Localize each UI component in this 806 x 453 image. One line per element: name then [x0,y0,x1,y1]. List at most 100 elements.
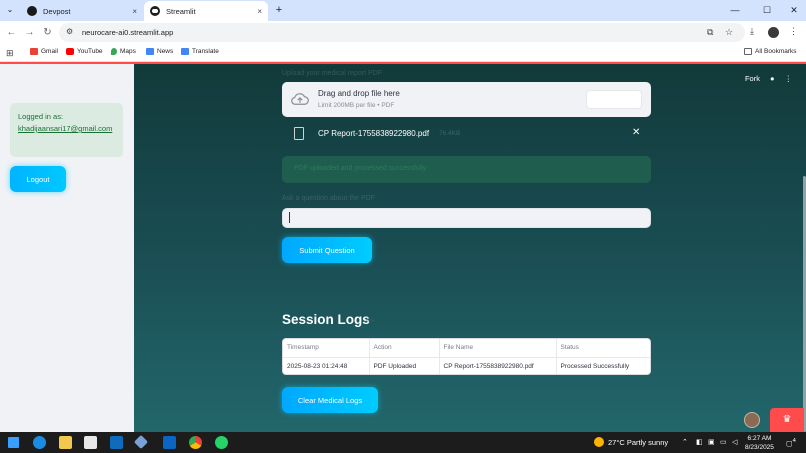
file-dropzone[interactable]: Drag and drop file here Limit 200MB per … [282,82,651,117]
main-content: Fork ● ⋮ Upload your medical report PDF … [134,64,806,432]
edge-icon[interactable] [33,436,46,449]
folder-icon [744,48,752,55]
table-row: 2025-08-23 01:24:48 PDF Uploaded CP Repo… [283,357,650,374]
news-icon [146,48,154,55]
session-logs-title: Session Logs [282,312,370,327]
linkedin-icon[interactable] [163,436,176,449]
success-text: PDF uploaded and processed successfully [294,165,427,172]
url-text: neurocare-ai0.streamlit.app [82,28,174,37]
weather-widget[interactable]: 27°C Partly sunny [594,437,668,447]
windows-start-icon[interactable] [8,437,19,448]
tab-search-icon[interactable]: ⌄ [4,4,16,16]
chrome-icon[interactable] [189,436,202,449]
close-tab-icon[interactable]: × [132,7,137,16]
question-input[interactable] [282,208,651,228]
battery-icon[interactable]: ▭ [720,438,727,446]
bookmark-translate[interactable]: Translate [181,48,219,55]
creator-avatar[interactable] [744,412,760,428]
github-icon[interactable]: ● [770,74,775,83]
table-header-row: Timestamp Action File Name Status [283,339,650,358]
dropzone-limit: Limit 200MB per file • PDF [318,102,395,109]
column-header[interactable]: Status [556,339,650,358]
tab-streamlit[interactable]: Streamlit × [144,1,268,21]
all-bookmarks[interactable]: All Bookmarks [744,48,797,55]
text-cursor [289,212,290,223]
vscode-icon[interactable] [133,434,149,450]
uploaded-file-name: CP Report-1755838922980.pdf [318,129,430,138]
streamlit-favicon-icon [150,6,160,16]
bookmarks-bar: ⊞ Gmail YouTube Maps News Translate All … [0,44,806,62]
partly-sunny-icon [594,437,604,447]
volume-icon[interactable]: ◁ [732,438,737,446]
uploaded-file-row: CP Report-1755838922980.pdf 76.4KB ✕ [282,124,651,144]
tab-title: Devpost [43,6,71,16]
uploaded-file-size: 76.4KB [439,130,461,137]
tab-title: Streamlit [166,6,196,16]
login-label: Logged in as: [18,112,64,121]
reload-icon[interactable]: ↻ [41,26,54,39]
site-info-icon[interactable]: ⚙ [66,27,73,36]
table-cell: CP Report-1755838922980.pdf [439,357,557,374]
upload-label: Upload your medical report PDF [282,70,382,77]
forward-arrow-icon[interactable]: → [23,26,36,39]
browse-files-button[interactable] [586,90,642,109]
apps-grid-icon[interactable]: ⊞ [6,48,14,59]
back-arrow-icon[interactable]: ← [5,26,18,39]
file-explorer-icon[interactable] [59,436,72,449]
browser-toolbar: ← → ↻ ⚙ neurocare-ai0.streamlit.app ⧉ ☆ … [0,21,806,44]
profile-avatar[interactable] [768,27,779,38]
column-header[interactable]: Timestamp [283,339,370,358]
devpost-favicon-icon [27,6,37,16]
clear-logs-button[interactable]: Clear Medical Logs [282,387,378,413]
table-cell: 2025-08-23 01:24:48 [283,357,370,374]
download-icon[interactable]: ⤓ [750,26,754,37]
translate-icon [181,48,189,55]
sidebar: Logged in as: khadijaansari17@gmail.com … [0,64,134,432]
user-email-link[interactable]: khadijaansari17@gmail.com [18,123,115,135]
bookmark-news[interactable]: News [146,48,173,55]
fork-link[interactable]: Fork [745,74,760,83]
file-icon [294,127,304,140]
session-logs-table: Timestamp Action File Name Status 2025-0… [282,338,651,375]
gmail-icon [30,48,38,55]
bookmark-star-icon[interactable]: ☆ [725,27,733,38]
question-label: Ask a question about the PDF [282,195,375,202]
tray-app-icon[interactable]: ◧ [696,438,703,446]
minimize-button[interactable]: — [725,3,745,17]
browser-tab-strip: ⌄ Devpost × Streamlit × + — ☐ ✕ [0,0,806,21]
app-menu-icon[interactable]: ⋮ [785,74,793,83]
browser-menu-icon[interactable]: ⋮ [789,26,798,37]
tab-devpost[interactable]: Devpost × [21,1,143,21]
install-app-icon[interactable]: ⧉ [707,27,713,38]
anchor-link-icon[interactable]: link [366,318,375,324]
address-bar[interactable]: ⚙ neurocare-ai0.streamlit.app ⧉ ☆ [59,23,745,42]
youtube-icon [66,48,74,55]
close-window-button[interactable]: ✕ [784,3,804,17]
dropzone-title: Drag and drop file here [318,89,400,98]
bookmark-youtube[interactable]: YouTube [66,48,103,55]
bookmark-gmail[interactable]: Gmail [30,48,58,55]
tray-meet-icon[interactable]: ▣ [708,438,715,446]
new-tab-button[interactable]: + [273,4,285,16]
system-clock[interactable]: 6:27 AM 8/23/2025 [745,434,774,452]
logout-button[interactable]: Logout [10,166,66,192]
success-message: PDF uploaded and processed successfully [282,156,651,183]
whatsapp-icon[interactable] [215,436,228,449]
close-tab-icon[interactable]: × [257,7,262,16]
streamlit-crown-icon[interactable]: ♛ [770,408,804,432]
column-header[interactable]: Action [369,339,440,358]
column-header[interactable]: File Name [439,339,557,358]
clock-time: 6:27 AM [747,435,772,442]
maximize-button[interactable]: ☐ [757,3,777,17]
weather-text: 27°C Partly sunny [608,437,669,447]
table-cell: PDF Uploaded [369,357,440,374]
cloud-upload-icon [291,93,309,105]
notification-icon[interactable]: ▢4 [786,438,796,447]
store-icon[interactable] [84,436,97,449]
clock-date: 8/23/2025 [745,444,774,451]
submit-question-button[interactable]: Submit Question [282,237,372,263]
remove-file-icon[interactable]: ✕ [632,127,640,138]
tray-chevron-icon[interactable]: ⌃ [682,438,688,446]
bookmark-maps[interactable]: Maps [111,48,136,55]
outlook-icon[interactable] [110,436,123,449]
